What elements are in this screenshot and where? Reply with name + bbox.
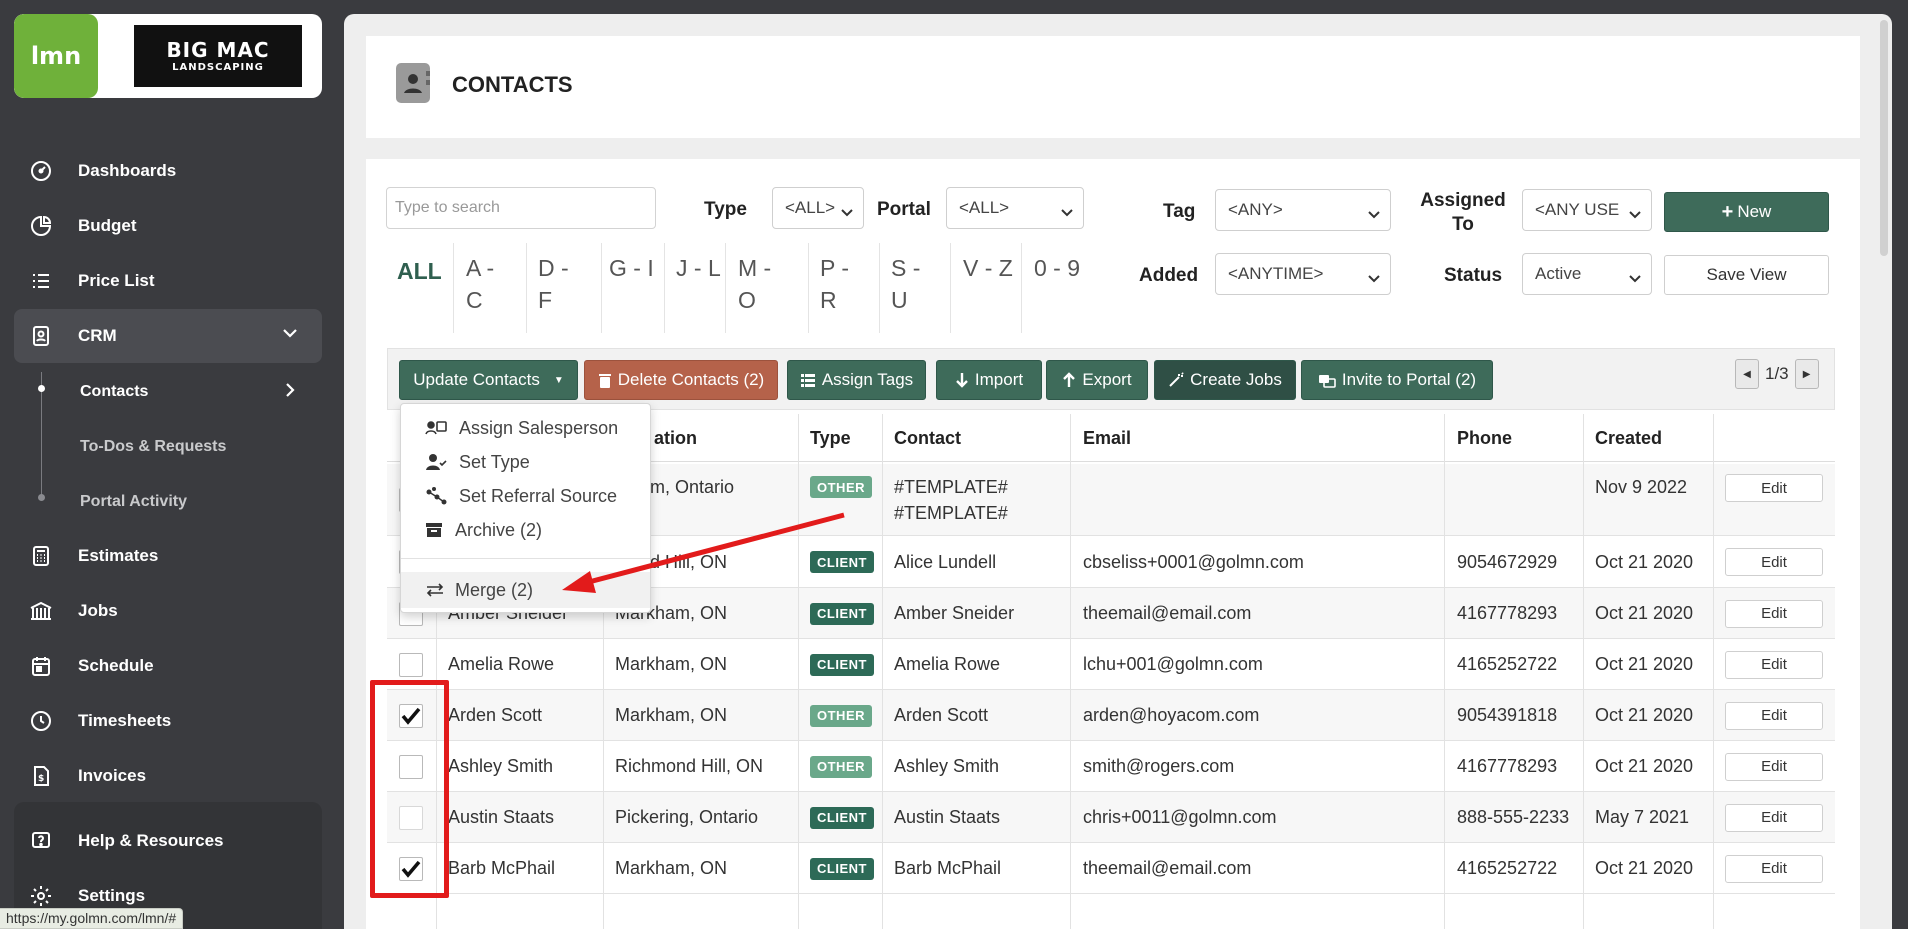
scrollbar[interactable] <box>1880 20 1888 256</box>
annotation-arrow <box>562 512 845 593</box>
annotation-highlight-box <box>370 680 449 898</box>
